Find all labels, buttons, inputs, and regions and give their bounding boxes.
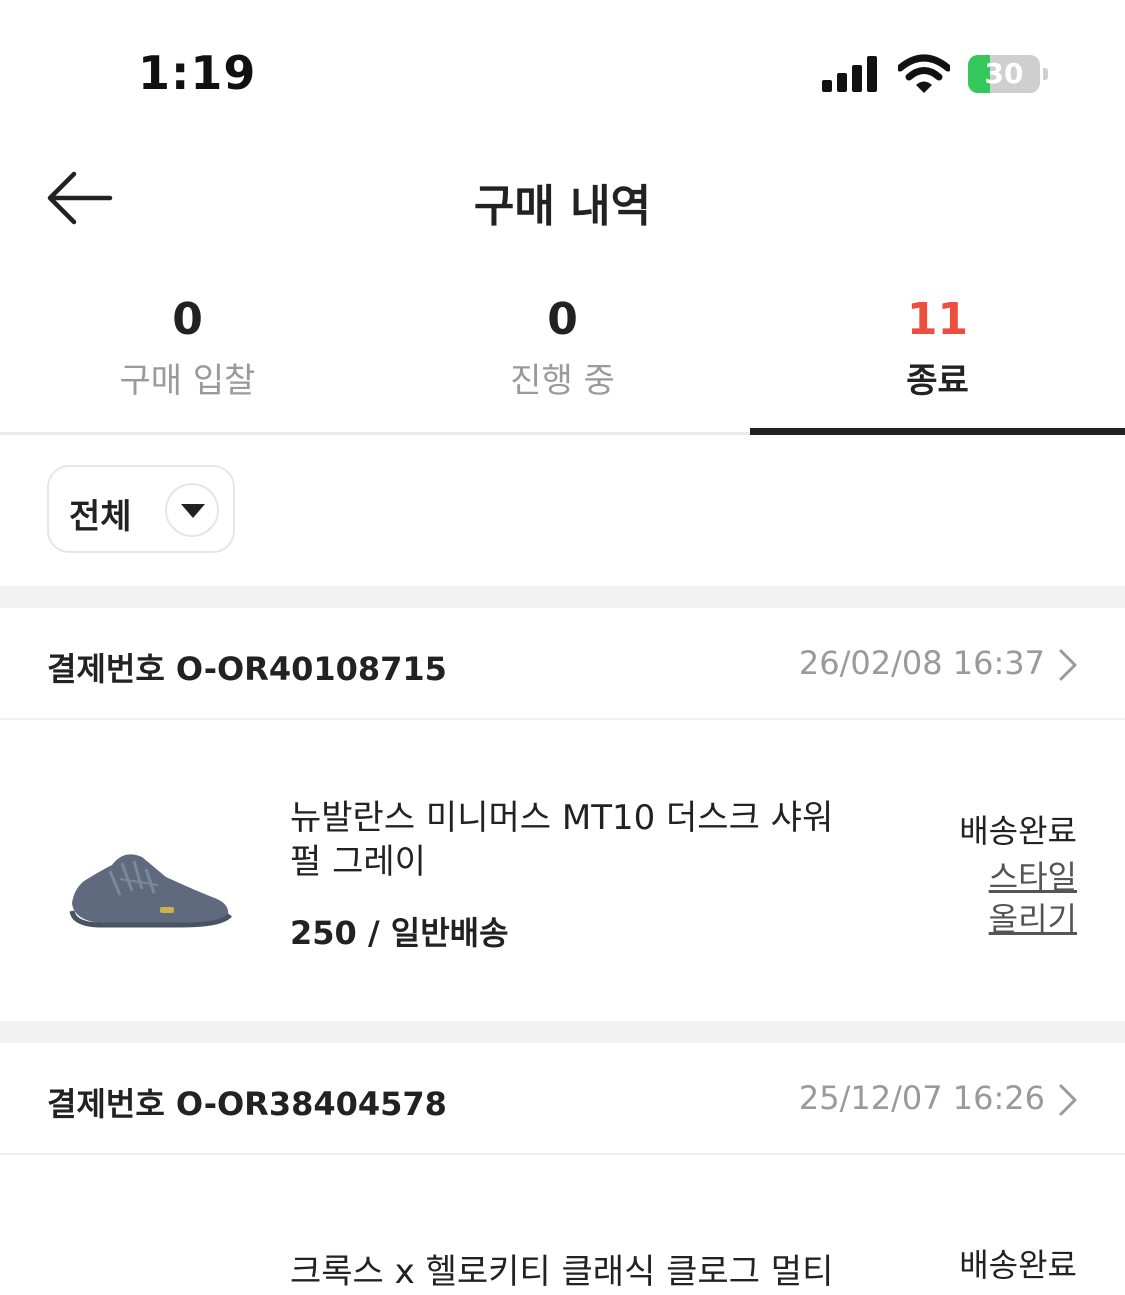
- product-image[interactable]: [62, 845, 236, 935]
- order-header[interactable]: 결제번호 O-OR40108715 26/02/08 16:37: [0, 608, 1125, 718]
- battery-percent: 30: [984, 57, 1024, 90]
- active-tab-indicator: [750, 428, 1125, 435]
- divider: [0, 718, 1125, 720]
- page-title: 구매 내역: [473, 181, 652, 232]
- wifi-icon: [898, 54, 950, 93]
- chevron-right-icon: [1059, 1084, 1077, 1116]
- tab-label: 구매 입찰: [119, 361, 256, 401]
- order-header[interactable]: 결제번호 O-OR38404578 25/12/07 16:26: [0, 1043, 1125, 1153]
- product-option: 250 / 일반배송: [290, 914, 509, 952]
- delivery-status: 배송완료: [959, 1246, 1077, 1284]
- upload-style-link[interactable]: 스타일 올리기: [967, 856, 1077, 940]
- tab-finished[interactable]: 11 종료: [750, 288, 1125, 434]
- battery-icon: 30: [968, 55, 1050, 95]
- cellular-signal-icon: [822, 56, 877, 92]
- chevron-right-icon: [1059, 649, 1077, 681]
- filter-label: 전체: [69, 497, 132, 537]
- divider: [0, 1153, 1125, 1155]
- order-number: 결제번호 O-OR40108715: [47, 650, 447, 688]
- order-date: 26/02/08 16:37: [798, 644, 1045, 682]
- product-name[interactable]: 뉴발란스 미니머스 MT10 더스크 샤워 펄 그레이: [290, 796, 860, 884]
- tab-bid[interactable]: 0 구매 입찰: [0, 288, 375, 434]
- filter-dropdown[interactable]: 전체: [47, 465, 235, 553]
- order-number: 결제번호 O-OR38404578: [47, 1085, 447, 1123]
- tab-label: 종료: [906, 361, 969, 401]
- tab-count: 0: [172, 294, 203, 345]
- chevron-down-icon: [165, 483, 219, 537]
- tab-count: 11: [906, 294, 969, 345]
- delivery-status: 배송완료: [959, 812, 1077, 850]
- tab-in-progress[interactable]: 0 진행 중: [375, 288, 750, 434]
- tab-count: 0: [547, 294, 578, 345]
- section-divider: [0, 586, 1125, 608]
- section-divider: [0, 1021, 1125, 1043]
- order-date: 25/12/07 16:26: [798, 1079, 1045, 1117]
- product-name[interactable]: 크록스 x 헬로키티 클래식 클로그 멀티: [290, 1250, 860, 1294]
- status-time: 1:19: [138, 46, 257, 100]
- tab-label: 진행 중: [510, 361, 615, 401]
